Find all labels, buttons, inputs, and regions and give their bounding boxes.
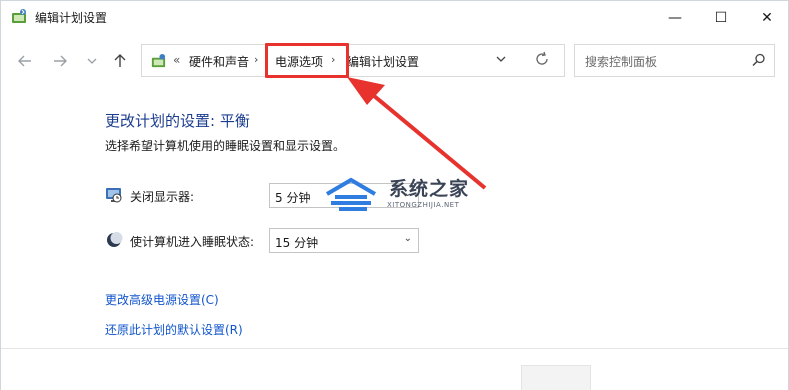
refresh-button[interactable] bbox=[534, 51, 550, 71]
display-off-label: 关闭显示器: bbox=[130, 190, 195, 204]
house-logo-icon bbox=[325, 177, 377, 211]
refresh-icon bbox=[536, 51, 548, 65]
window-title: 编辑计划设置 bbox=[35, 11, 108, 25]
close-button[interactable]: ✕ bbox=[744, 1, 789, 34]
advanced-power-settings-link[interactable]: 更改高级电源设置(C) bbox=[105, 291, 219, 308]
minimize-button[interactable]: — bbox=[652, 1, 698, 34]
chevron-down-icon bbox=[496, 56, 506, 62]
watermark-title: 系统之家 bbox=[389, 178, 470, 200]
annotation-highlight-box bbox=[265, 43, 349, 78]
maximize-button[interactable]: ☐ bbox=[698, 1, 744, 34]
minimize-icon: — bbox=[668, 9, 682, 26]
monitor-clock-icon bbox=[106, 188, 122, 203]
overflow-chevron[interactable]: « bbox=[173, 53, 180, 67]
main-content: 更改计划的设置: 平衡 选择希望计算机使用的睡眠设置和显示设置。 关闭显示器: … bbox=[1, 86, 788, 390]
restore-defaults-link[interactable]: 还原此计划的默认设置(R) bbox=[105, 321, 243, 338]
sleep-moon-icon bbox=[107, 232, 123, 247]
search-box[interactable]: 搜索控制面板 bbox=[574, 44, 775, 77]
sleep-select[interactable]: 15 分钟 ⌄ bbox=[269, 228, 419, 253]
back-button[interactable] bbox=[14, 50, 36, 72]
page-title: 更改计划的设置: 平衡 bbox=[105, 112, 250, 130]
sleep-value: 15 分钟 bbox=[275, 236, 319, 250]
maximize-icon: ☐ bbox=[714, 9, 728, 26]
up-button[interactable] bbox=[109, 50, 131, 72]
breadcrumb-edit-plan[interactable]: 编辑计划设置 bbox=[347, 53, 419, 70]
forward-arrow-icon bbox=[54, 55, 67, 67]
power-options-icon bbox=[151, 53, 166, 68]
window: 编辑计划设置 — ☐ ✕ « 硬件和声音 › 电源选项 › 编辑计划设置 搜索控… bbox=[0, 0, 789, 390]
watermark-logo: 系统之家 XITONGZHIJIA.NET bbox=[323, 174, 483, 214]
close-icon: ✕ bbox=[761, 9, 773, 26]
breadcrumb-hardware-sound[interactable]: 硬件和声音 bbox=[189, 53, 249, 70]
back-arrow-icon bbox=[18, 55, 31, 67]
power-options-icon bbox=[12, 9, 26, 23]
sleep-label: 使计算机进入睡眠状态: bbox=[130, 235, 255, 249]
up-arrow-icon bbox=[114, 54, 126, 67]
page-description: 选择希望计算机使用的睡眠设置和显示设置。 bbox=[105, 139, 346, 153]
search-input[interactable]: 搜索控制面板 bbox=[585, 53, 657, 70]
breadcrumb-separator[interactable]: › bbox=[254, 53, 258, 66]
footer-bar bbox=[1, 349, 788, 390]
recent-locations-button[interactable] bbox=[81, 50, 103, 72]
chevron-down-icon bbox=[87, 58, 97, 64]
watermark-subtitle: XITONGZHIJIA.NET bbox=[387, 201, 460, 209]
navigation-bar: « 硬件和声音 › 电源选项 › 编辑计划设置 搜索控制面板 bbox=[1, 34, 788, 86]
chevron-down-icon: ⌄ bbox=[403, 233, 412, 244]
display-off-value: 5 分钟 bbox=[275, 191, 311, 205]
address-bar[interactable]: « 硬件和声音 › 电源选项 › 编辑计划设置 bbox=[141, 43, 565, 78]
save-changes-button[interactable] bbox=[521, 365, 591, 390]
search-icon[interactable] bbox=[751, 52, 767, 68]
address-dropdown-button[interactable] bbox=[496, 54, 506, 67]
title-bar: 编辑计划设置 — ☐ ✕ bbox=[1, 1, 788, 34]
forward-button[interactable] bbox=[49, 50, 71, 72]
